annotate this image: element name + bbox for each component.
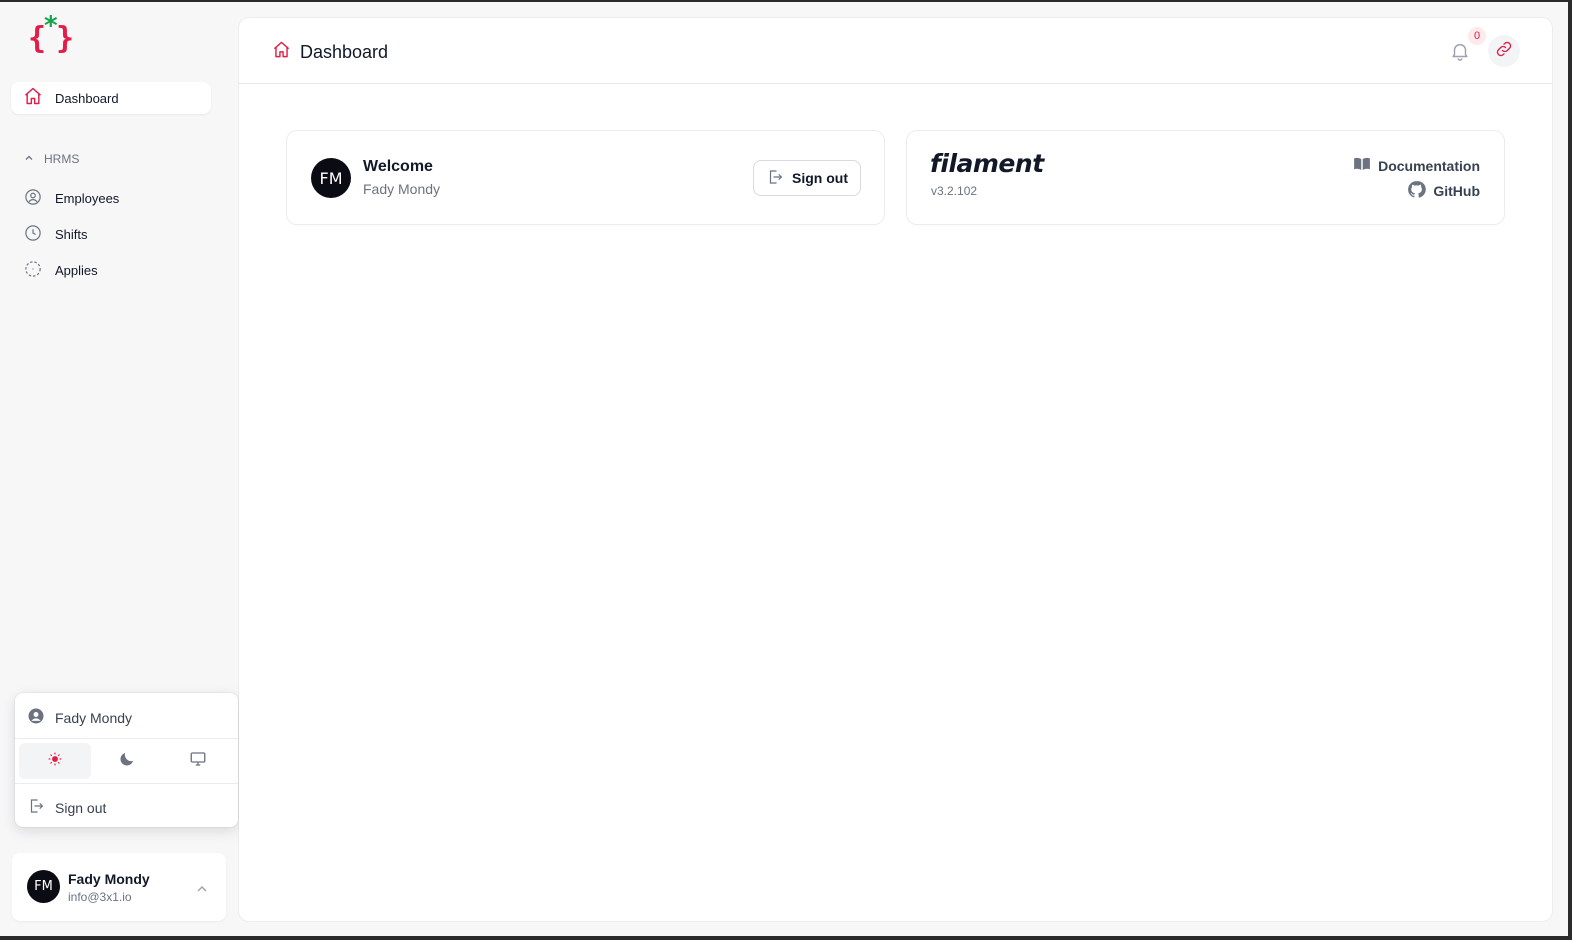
chevron-up-icon	[24, 152, 34, 166]
book-open-icon	[1353, 156, 1371, 175]
user-menu-dropdown: Fady Mondy Sign out	[15, 693, 238, 827]
sidebar-item-label: Dashboard	[55, 90, 119, 106]
app-logo[interactable]: { } *	[28, 11, 78, 58]
sidebar-group-label: HRMS	[44, 152, 80, 166]
documentation-link-label: Documentation	[1378, 157, 1480, 174]
avatar: FM	[311, 158, 351, 198]
filament-version: v3.2.102	[931, 184, 978, 198]
logout-icon	[766, 168, 784, 189]
chevron-up-icon	[196, 881, 208, 899]
sidebar-item-applies[interactable]: Applies	[24, 260, 98, 281]
profile-email: info@3x1.io	[68, 890, 132, 904]
user-menu-signout[interactable]: Sign out	[27, 797, 106, 818]
svg-text:}: }	[56, 21, 74, 56]
theme-system-button[interactable]	[162, 743, 234, 779]
github-link[interactable]: GitHub	[1407, 180, 1480, 202]
github-link-label: GitHub	[1433, 183, 1480, 199]
topbar: Dashboard 0	[239, 18, 1552, 84]
signout-label: Sign out	[55, 799, 107, 816]
notification-badge: 0	[1468, 27, 1486, 45]
svg-text:*: *	[43, 14, 59, 41]
sidebar-item-shifts[interactable]: Shifts	[24, 224, 88, 245]
main-content: Dashboard 0 FM Welcome Fady Mondy Sign o…	[239, 18, 1552, 921]
sidebar-item-employees[interactable]: Employees	[24, 188, 119, 209]
welcome-user-name: Fady Mondy	[363, 181, 441, 197]
moon-icon	[118, 750, 136, 773]
welcome-widget: FM Welcome Fady Mondy Sign out	[287, 131, 884, 224]
theme-dark-button[interactable]	[91, 743, 163, 779]
monitor-icon	[189, 750, 207, 773]
sidebar-item-dashboard[interactable]: Dashboard	[11, 82, 211, 114]
theme-switcher	[19, 743, 234, 779]
user-menu-trigger[interactable]: FM Fady Mondy info@3x1.io	[12, 853, 226, 921]
clock-icon	[24, 224, 42, 245]
sidebar-item-label: Shifts	[55, 227, 88, 242]
link-icon	[1495, 40, 1513, 63]
bell-icon[interactable]	[1449, 40, 1471, 67]
avatar: FM	[27, 870, 60, 903]
dashed-circle-icon	[24, 260, 42, 281]
theme-light-button[interactable]	[19, 743, 91, 779]
page-title-text: Dashboard	[300, 41, 389, 62]
divider	[15, 783, 238, 784]
signout-button-label: Sign out	[792, 170, 848, 186]
home-icon	[23, 86, 43, 111]
sidebar: { } * Dashboard HRMS Employees Shifts Ap…	[0, 2, 238, 936]
filament-logo: filament	[930, 149, 1044, 178]
signout-button[interactable]: Sign out	[753, 160, 861, 196]
app-window: { } * Dashboard HRMS Employees Shifts Ap…	[0, 2, 1568, 936]
github-icon	[1407, 180, 1427, 202]
user-circle-icon	[24, 188, 42, 209]
user-menu-name: Fady Mondy	[55, 709, 133, 726]
home-icon	[272, 40, 291, 64]
welcome-title: Welcome	[363, 158, 433, 175]
filament-info-widget: filament v3.2.102 Documentation GitHub	[907, 131, 1504, 224]
user-circle-icon	[27, 707, 45, 728]
sidebar-item-label: Applies	[55, 263, 98, 278]
sidebar-group-hrms[interactable]: HRMS	[24, 152, 79, 166]
logout-icon	[27, 797, 45, 818]
user-menu-profile-item[interactable]: Fady Mondy	[27, 707, 132, 728]
documentation-link[interactable]: Documentation	[1353, 156, 1480, 175]
sidebar-item-label: Employees	[55, 191, 120, 206]
link-button[interactable]	[1488, 35, 1520, 67]
page-title: Dashboard	[272, 40, 388, 64]
divider	[15, 738, 238, 739]
profile-name: Fady Mondy	[68, 871, 150, 887]
sun-icon	[47, 751, 63, 772]
